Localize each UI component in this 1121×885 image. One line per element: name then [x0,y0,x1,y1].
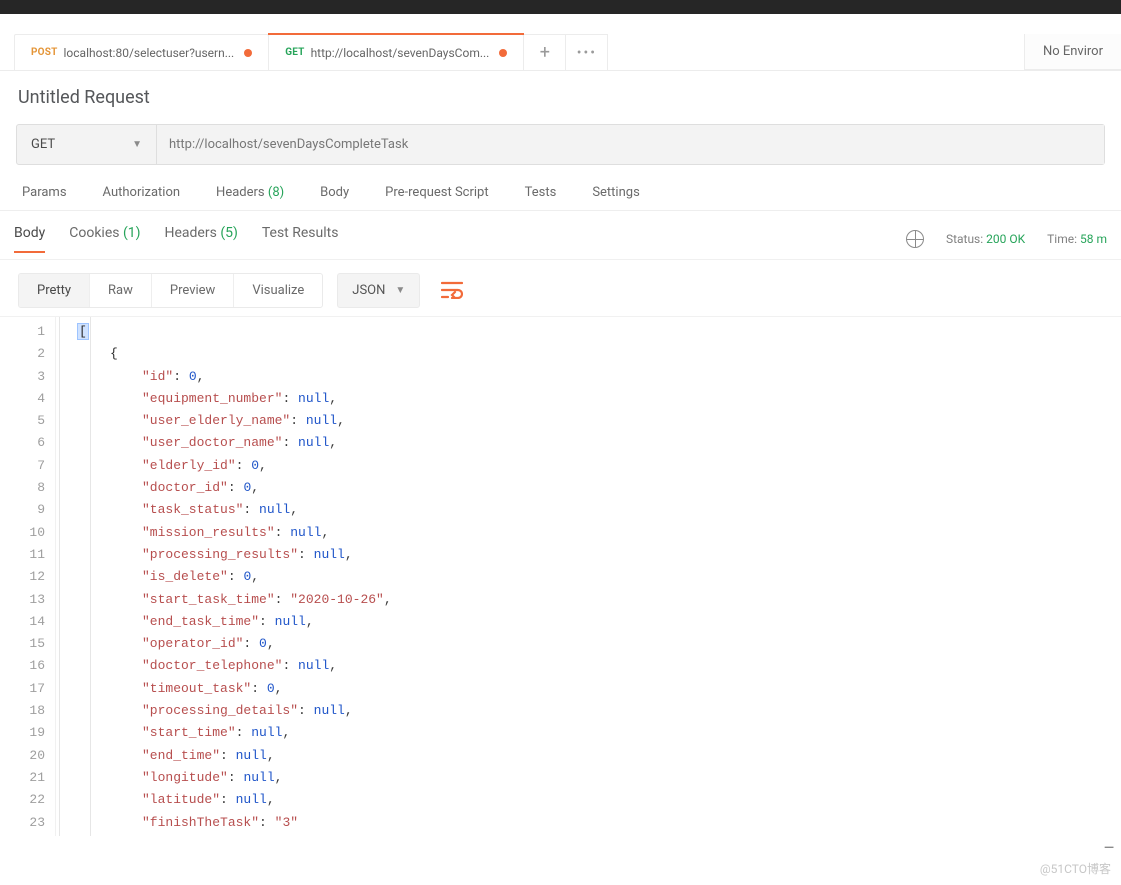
code-line: "longitude": null, [56,767,1121,789]
tab-title: http://localhost/sevenDaysCom... [311,46,490,60]
method-select[interactable]: GET ▼ [17,125,157,164]
view-mode-raw[interactable]: Raw [90,274,152,307]
globe-icon[interactable] [906,230,924,248]
code-line: "task_status": null, [56,499,1121,521]
code-line: "is_delete": 0, [56,566,1121,588]
resp-tab-cookies[interactable]: Cookies (1) [69,225,140,253]
code-line: "doctor_telephone": null, [56,655,1121,677]
view-mode-segment: Pretty Raw Preview Visualize [18,273,323,308]
status-label: Status: [946,232,983,246]
time-group: Time: 58 m [1047,232,1107,246]
new-tab-button[interactable]: + [524,34,566,70]
method-badge-post: POST [31,47,58,58]
code-line: "latitude": null, [56,789,1121,811]
code-line: "end_task_time": null, [56,611,1121,633]
unsaved-dot-icon [244,49,252,57]
subtab-authorization[interactable]: Authorization [103,185,181,200]
response-code-area[interactable]: 1234567891011121314151617181920212223 [{… [0,316,1121,836]
format-value: JSON [352,283,385,298]
subtab-tests[interactable]: Tests [525,185,557,200]
fold-guide-2 [90,317,91,836]
tab-title: localhost:80/selectuser?usern... [64,46,235,60]
response-tabs: Body Cookies (1) Headers (5) Test Result… [14,225,338,253]
response-meta: Status: 200 OK Time: 58 m [906,230,1107,248]
code-line: "mission_results": null, [56,522,1121,544]
resp-tab-cookies-count: (1) [123,225,141,241]
code-body[interactable]: [{"id": 0,"equipment_number": null,"user… [56,317,1121,836]
caret-down-icon: ▼ [395,285,405,296]
subtab-params[interactable]: Params [22,185,67,200]
code-line: "processing_details": null, [56,700,1121,722]
resp-tab-cookies-label: Cookies [69,225,119,241]
subtab-body[interactable]: Body [320,185,349,200]
caret-down-icon: ▼ [132,139,142,150]
url-bar: GET ▼ http://localhost/sevenDaysComplete… [16,124,1105,165]
request-tab-0[interactable]: POST localhost:80/selectuser?usern... [14,34,269,70]
code-line: [ [56,321,1121,343]
fold-guide-1 [59,317,60,836]
code-line: "doctor_id": 0, [56,477,1121,499]
request-subtabs: Params Authorization Headers (8) Body Pr… [0,165,1121,211]
wrap-lines-button[interactable] [434,272,470,308]
code-line: { [56,343,1121,365]
method-select-value: GET [31,137,55,152]
line-gutter: 1234567891011121314151617181920212223 [0,317,56,836]
code-line: "operator_id": 0, [56,633,1121,655]
request-tabs-row: POST localhost:80/selectuser?usern... GE… [0,14,1121,71]
code-line: "user_doctor_name": null, [56,432,1121,454]
status-group: Status: 200 OK [946,232,1025,246]
url-input[interactable]: http://localhost/sevenDaysCompleteTask [157,125,1104,164]
code-line: "start_task_time": "2020-10-26", [56,589,1121,611]
url-input-value: http://localhost/sevenDaysCompleteTask [169,137,408,152]
resp-tab-headers-count: (5) [220,225,238,241]
code-line: "timeout_task": 0, [56,678,1121,700]
resp-tab-headers-label: Headers [165,225,217,241]
view-mode-pretty[interactable]: Pretty [19,274,90,307]
environment-label: No Enviror [1043,44,1103,59]
request-tab-1[interactable]: GET http://localhost/sevenDaysCom... [269,34,524,70]
code-line: "id": 0, [56,366,1121,388]
environment-selector[interactable]: No Enviror [1024,34,1121,70]
response-header-row: Body Cookies (1) Headers (5) Test Result… [0,211,1121,260]
subtab-headers-label: Headers [216,185,265,200]
format-dropdown[interactable]: JSON ▼ [337,273,420,308]
subtab-headers[interactable]: Headers (8) [216,185,284,200]
resp-tab-testresults[interactable]: Test Results [262,225,339,253]
body-controls: Pretty Raw Preview Visualize JSON ▼ [0,260,1121,316]
code-line: "elderly_id": 0, [56,455,1121,477]
code-line: "processing_results": null, [56,544,1121,566]
status-value: 200 OK [986,232,1025,246]
unsaved-dot-icon [499,49,507,57]
time-value: 58 m [1080,232,1107,246]
time-label: Time: [1047,232,1077,246]
code-line: "equipment_number": null, [56,388,1121,410]
watermark: @51CTO博客 – [1040,860,1111,877]
view-mode-visualize[interactable]: Visualize [234,274,322,307]
code-line: "start_time": null, [56,722,1121,744]
code-line: "end_time": null, [56,745,1121,767]
code-line: "user_elderly_name": null, [56,410,1121,432]
resp-tab-body[interactable]: Body [14,225,45,253]
resp-tab-headers[interactable]: Headers (5) [165,225,238,253]
app-topbar [0,0,1121,14]
method-badge-get: GET [285,47,304,58]
subtab-prerequest[interactable]: Pre-request Script [385,185,488,200]
view-mode-preview[interactable]: Preview [152,274,234,307]
subtab-headers-count: (8) [268,185,284,200]
tab-overflow-button[interactable]: ••• [566,34,608,70]
subtab-settings[interactable]: Settings [592,185,639,200]
code-line: "finishTheTask": "3" [56,812,1121,834]
request-title: Untitled Request [0,71,1121,114]
